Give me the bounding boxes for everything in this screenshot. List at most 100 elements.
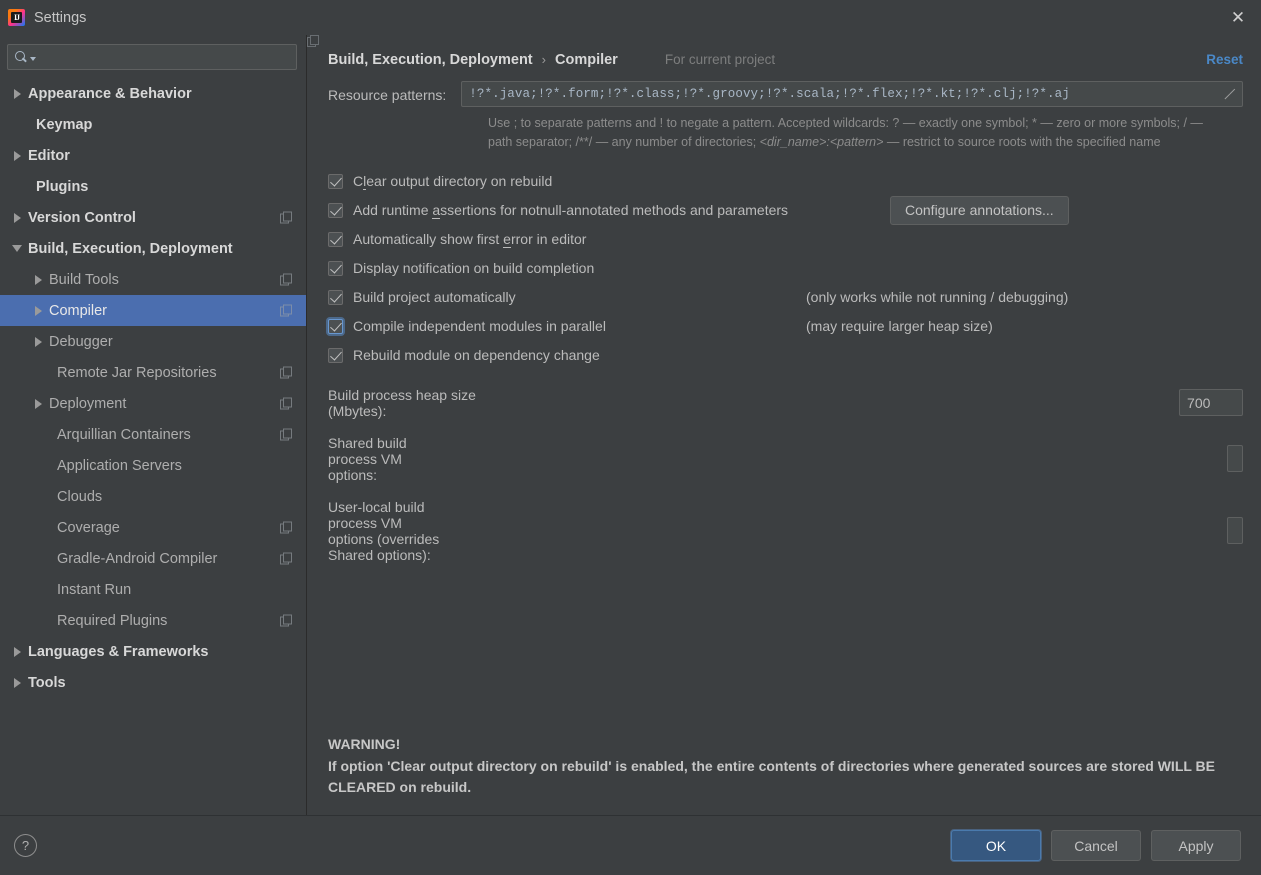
project-scope-icon xyxy=(280,552,293,565)
apply-button[interactable]: Apply xyxy=(1151,830,1241,861)
chevron-right-icon[interactable] xyxy=(8,212,26,223)
sidebar-item-label: Tools xyxy=(28,674,66,691)
breadcrumb-current: Compiler xyxy=(554,51,618,68)
resource-patterns-row: Resource patterns: !?*.java;!?*.form;!?*… xyxy=(328,81,1243,107)
search-input[interactable] xyxy=(36,49,290,65)
checkbox-add-runtime-assertions-for[interactable] xyxy=(328,202,343,218)
sidebar-item-build-execution-deployment[interactable]: Build, Execution, Deployment xyxy=(0,233,306,264)
settings-main-panel: Build, Execution, Deployment › Compiler … xyxy=(307,35,1261,815)
sidebar-item-application-servers[interactable]: Application Servers xyxy=(0,450,306,481)
settings-tree: Appearance & Behavior Keymap Editor Plugins… xyxy=(0,76,306,815)
sidebar-item-label: Debugger xyxy=(49,333,113,350)
checkbox-build-project-automatically[interactable] xyxy=(328,289,343,305)
project-scope-icon xyxy=(280,397,293,410)
chevron-right-icon[interactable] xyxy=(8,677,26,688)
sidebar-item-build-tools[interactable]: Build Tools xyxy=(0,264,306,295)
warning-body: If option 'Clear output directory on reb… xyxy=(328,757,1216,796)
expand-icon[interactable] xyxy=(1222,86,1238,102)
checkbox-clear-output-directory-on[interactable] xyxy=(328,173,343,189)
footer-buttons: OK Cancel Apply xyxy=(951,830,1241,861)
checkbox-row-compile-independent-modules-in: Compile independent modules in parallel (… xyxy=(328,312,1243,341)
sidebar-item-keymap[interactable]: Keymap xyxy=(0,109,306,140)
chevron-right-icon[interactable] xyxy=(29,398,47,409)
input-build-process-heap-size[interactable]: 700 xyxy=(1179,389,1243,417)
checkbox-display-notification-on-build[interactable] xyxy=(328,260,343,276)
chevron-right-icon[interactable] xyxy=(8,150,26,161)
cancel-button[interactable]: Cancel xyxy=(1051,830,1141,861)
checkbox-note: (only works while not running / debuggin… xyxy=(806,289,1069,306)
configure-annotations-button[interactable]: Configure annotations... xyxy=(890,195,1069,225)
chevron-down-icon[interactable] xyxy=(8,245,26,252)
checkbox-label[interactable]: Compile independent modules in parallel xyxy=(353,318,606,334)
sidebar-item-label: Gradle-Android Compiler xyxy=(57,550,218,567)
sidebar-item-compiler[interactable]: Compiler xyxy=(0,295,306,326)
sidebar-item-plugins[interactable]: Plugins xyxy=(0,171,306,202)
sidebar-item-instant-run[interactable]: Instant Run xyxy=(0,574,306,605)
ok-button[interactable]: OK xyxy=(951,830,1041,861)
sidebar-item-label: Application Servers xyxy=(57,457,182,474)
field-label: Shared build process VM options: xyxy=(328,434,407,483)
chevron-right-icon[interactable] xyxy=(29,274,47,285)
breadcrumb: Build, Execution, Deployment › Compiler … xyxy=(307,35,1261,76)
sidebar-item-label: Keymap xyxy=(36,116,93,133)
sidebar-item-label: Editor xyxy=(28,147,70,164)
search-box[interactable] xyxy=(7,44,297,70)
sidebar-item-arquillian-containers[interactable]: Arquillian Containers xyxy=(0,419,306,450)
breadcrumb-root[interactable]: Build, Execution, Deployment xyxy=(328,52,533,68)
sidebar-item-clouds[interactable]: Clouds xyxy=(0,481,306,512)
resource-patterns-label: Resource patterns: xyxy=(328,87,447,103)
sidebar-item-coverage[interactable]: Coverage xyxy=(0,512,306,543)
checkbox-label[interactable]: Add runtime assertions for notnull-annot… xyxy=(353,202,788,220)
sidebar-item-required-plugins[interactable]: Required Plugins xyxy=(0,605,306,636)
checkbox-row-rebuild-module-on-dependency: Rebuild module on dependency change xyxy=(328,341,1243,370)
checkbox-row-build-project-automatically: Build project automatically (only works w… xyxy=(328,283,1243,312)
search-icon xyxy=(14,50,29,65)
chevron-right-icon[interactable] xyxy=(8,88,26,99)
input-user-local-build-process[interactable] xyxy=(1227,517,1243,545)
checkbox-label[interactable]: Build project automatically xyxy=(353,289,516,305)
project-scope-icon xyxy=(280,211,293,224)
form-row-shared-build-process-vm: Shared build process VM options: xyxy=(328,435,1243,483)
checkbox-row-automatically-show-first-error: Automatically show first error in editor xyxy=(328,225,1243,254)
sidebar-item-tools[interactable]: Tools xyxy=(0,667,306,698)
sidebar-item-editor[interactable]: Editor xyxy=(0,140,306,171)
search-container xyxy=(0,35,306,76)
intellij-idea-icon: IJ xyxy=(8,9,25,26)
checkbox-rebuild-module-on-dependency[interactable] xyxy=(328,347,343,363)
checkbox-automatically-show-first-error[interactable] xyxy=(328,231,343,247)
input-shared-build-process-vm[interactable] xyxy=(1227,445,1243,473)
chevron-right-icon[interactable] xyxy=(29,305,47,316)
reset-link[interactable]: Reset xyxy=(1206,52,1243,67)
resource-patterns-value[interactable]: !?*.java;!?*.form;!?*.class;!?*.groovy;!… xyxy=(469,87,1222,101)
sidebar-item-label: Remote Jar Repositories xyxy=(57,364,217,381)
dialog-footer: ? OK Cancel Apply xyxy=(0,815,1261,875)
checkbox-compile-independent-modules-in[interactable] xyxy=(328,318,343,334)
checkbox-label[interactable]: Rebuild module on dependency change xyxy=(353,347,600,363)
sidebar-item-debugger[interactable]: Debugger xyxy=(0,326,306,357)
project-scope-icon xyxy=(280,304,293,317)
window-title: Settings xyxy=(34,9,87,26)
chevron-right-icon[interactable] xyxy=(8,646,26,657)
resource-patterns-field[interactable]: !?*.java;!?*.form;!?*.class;!?*.groovy;!… xyxy=(461,81,1243,107)
compiler-options-checkboxes: Clear output directory on rebuild Add run… xyxy=(328,167,1243,370)
sidebar-item-label: Coverage xyxy=(57,519,120,536)
sidebar-item-remote-jar-repositories[interactable]: Remote Jar Repositories xyxy=(0,357,306,388)
sidebar-item-label: Deployment xyxy=(49,395,127,412)
checkbox-label[interactable]: Display notification on build completion xyxy=(353,260,594,276)
help-icon[interactable]: ? xyxy=(14,834,37,857)
sidebar-item-languages-frameworks[interactable]: Languages & Frameworks xyxy=(0,636,306,667)
sidebar-item-label: Build, Execution, Deployment xyxy=(28,240,233,257)
chevron-right-icon[interactable] xyxy=(29,336,47,347)
compiler-form-fields: Build process heap size (Mbytes): 700 Shar… xyxy=(328,387,1243,563)
sidebar-item-gradle-android-compiler[interactable]: Gradle-Android Compiler xyxy=(0,543,306,574)
project-scope-icon xyxy=(280,614,293,627)
sidebar-item-label: Arquillian Containers xyxy=(57,426,191,443)
field-label: User-local build process VM options (ove… xyxy=(328,498,440,563)
project-scope-icon xyxy=(280,366,293,379)
checkbox-label[interactable]: Automatically show first error in editor xyxy=(353,231,586,249)
sidebar-item-appearance-behavior[interactable]: Appearance & Behavior xyxy=(0,78,306,109)
sidebar-item-version-control[interactable]: Version Control xyxy=(0,202,306,233)
checkbox-label[interactable]: Clear output directory on rebuild xyxy=(353,173,552,191)
close-icon[interactable]: ✕ xyxy=(1215,0,1261,35)
sidebar-item-deployment[interactable]: Deployment xyxy=(0,388,306,419)
